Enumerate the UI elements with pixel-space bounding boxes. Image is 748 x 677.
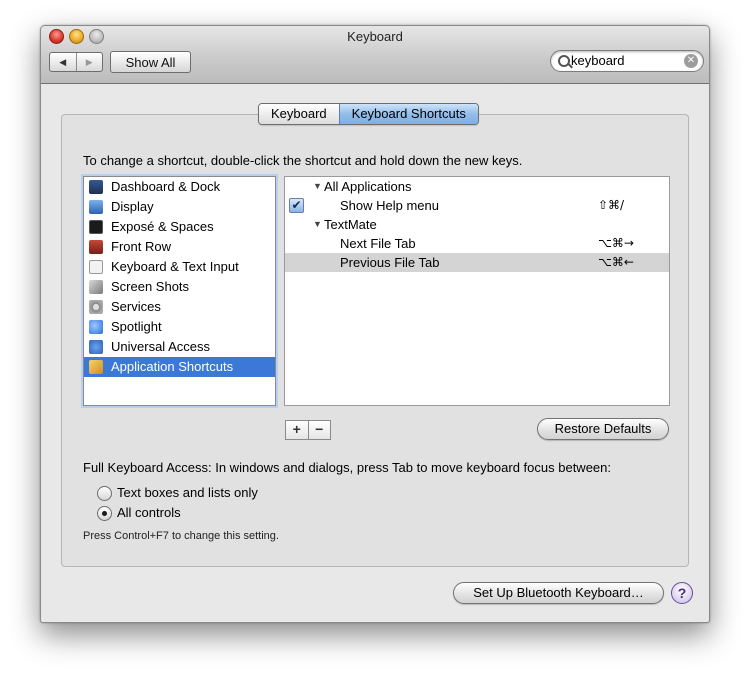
back-forward-control: ◀ ▶	[49, 52, 103, 72]
bluetooth-keyboard-button[interactable]: Set Up Bluetooth Keyboard…	[453, 582, 664, 604]
category-item-dashboard-dock[interactable]: Dashboard & Dock	[84, 177, 275, 197]
show-all-button[interactable]: Show All	[110, 51, 191, 73]
category-item-services[interactable]: Services	[84, 297, 275, 317]
radio-button-off[interactable]	[97, 486, 112, 501]
shortcut-label: Next File Tab	[340, 236, 416, 251]
add-shortcut-button[interactable]: +	[286, 421, 308, 439]
help-button[interactable]: ?	[671, 582, 693, 604]
category-label: Universal Access	[111, 339, 210, 354]
shortcut-group-row[interactable]: ▼ All Applications	[285, 177, 669, 196]
remove-shortcut-button[interactable]: −	[307, 421, 331, 439]
category-item-keyboard-text-input[interactable]: Keyboard & Text Input	[84, 257, 275, 277]
clear-search-icon[interactable]: ✕	[684, 54, 698, 68]
tab-keyboard-shortcuts[interactable]: Keyboard Shortcuts	[338, 104, 478, 124]
shortcut-label: Show Help menu	[340, 198, 439, 213]
disclosure-triangle-icon[interactable]: ▼	[313, 215, 322, 234]
shortcut-group-label: All Applications	[324, 179, 412, 194]
category-item-screen-shots[interactable]: Screen Shots	[84, 277, 275, 297]
search-input[interactable]	[571, 52, 679, 69]
dashboard-icon	[89, 180, 103, 194]
tab-keyboard[interactable]: Keyboard	[259, 104, 339, 124]
back-icon[interactable]: ◀	[50, 53, 76, 71]
category-item-display[interactable]: Display	[84, 197, 275, 217]
tab-bar: Keyboard Keyboard Shortcuts	[258, 103, 479, 125]
add-remove-control: + −	[285, 420, 331, 440]
shortcut-keys[interactable]: ⌥⌘←	[598, 253, 634, 272]
window-title: Keyboard	[347, 29, 403, 44]
search-field[interactable]: ✕	[550, 50, 704, 72]
universal-access-icon	[89, 340, 103, 354]
screen-shots-icon	[89, 280, 103, 294]
category-label: Keyboard & Text Input	[111, 259, 239, 274]
shortcut-enabled-checkbox[interactable]: ✔	[289, 198, 304, 213]
services-icon	[89, 300, 103, 314]
category-item-application-shortcuts[interactable]: Application Shortcuts	[84, 357, 275, 377]
shortcut-row[interactable]: ✔ Show Help menu ⇧⌘/	[285, 196, 669, 215]
title-toolbar: Keyboard ◀ ▶ Show All ✕	[41, 26, 709, 84]
shortcut-label: Previous File Tab	[340, 255, 440, 270]
front-row-icon	[89, 240, 103, 254]
search-icon	[558, 55, 570, 67]
shortcut-group-label: TextMate	[324, 217, 377, 232]
shortcut-row-selected[interactable]: Previous File Tab ⌥⌘←	[285, 253, 669, 272]
category-item-expose-spaces[interactable]: Exposé & Spaces	[84, 217, 275, 237]
application-shortcuts-icon	[89, 360, 103, 374]
category-label: Application Shortcuts	[111, 359, 234, 374]
category-label: Spotlight	[111, 319, 162, 334]
full-keyboard-access-label: Full Keyboard Access: In windows and dia…	[83, 460, 611, 475]
radio-button-on[interactable]	[97, 506, 112, 521]
shortcut-keys[interactable]: ⌥⌘→	[598, 234, 634, 253]
forward-icon[interactable]: ▶	[75, 53, 103, 71]
category-label: Dashboard & Dock	[111, 179, 221, 194]
radio-label: Text boxes and lists only	[117, 485, 258, 500]
restore-defaults-button[interactable]: Restore Defaults	[537, 418, 669, 440]
category-label: Exposé & Spaces	[111, 219, 214, 234]
category-label: Screen Shots	[111, 279, 190, 294]
keyboard-preferences-window: Keyboard ◀ ▶ Show All ✕ Keyboard Keyboar…	[40, 25, 710, 623]
shortcut-group-row[interactable]: ▼ TextMate	[285, 215, 669, 234]
spotlight-icon	[89, 320, 103, 334]
shortcut-row[interactable]: Next File Tab ⌥⌘→	[285, 234, 669, 253]
display-icon	[89, 200, 103, 214]
disclosure-triangle-icon[interactable]: ▼	[313, 177, 322, 196]
category-label: Services	[111, 299, 161, 314]
instructions-text: To change a shortcut, double-click the s…	[83, 153, 523, 168]
category-list[interactable]: Dashboard & Dock Display Exposé & Spaces…	[83, 176, 276, 406]
control-f7-hint: Press Control+F7 to change this setting.	[83, 530, 279, 542]
category-item-front-row[interactable]: Front Row	[84, 237, 275, 257]
category-item-spotlight[interactable]: Spotlight	[84, 317, 275, 337]
shortcuts-outline[interactable]: ▼ All Applications ✔ Show Help menu ⇧⌘/ …	[284, 176, 670, 406]
radio-label: All controls	[117, 505, 181, 520]
shortcut-keys[interactable]: ⇧⌘/	[598, 196, 624, 215]
category-label: Front Row	[111, 239, 171, 254]
keyboard-icon	[89, 260, 103, 274]
category-label: Display	[111, 199, 154, 214]
expose-icon	[89, 220, 103, 234]
category-item-universal-access[interactable]: Universal Access	[84, 337, 275, 357]
